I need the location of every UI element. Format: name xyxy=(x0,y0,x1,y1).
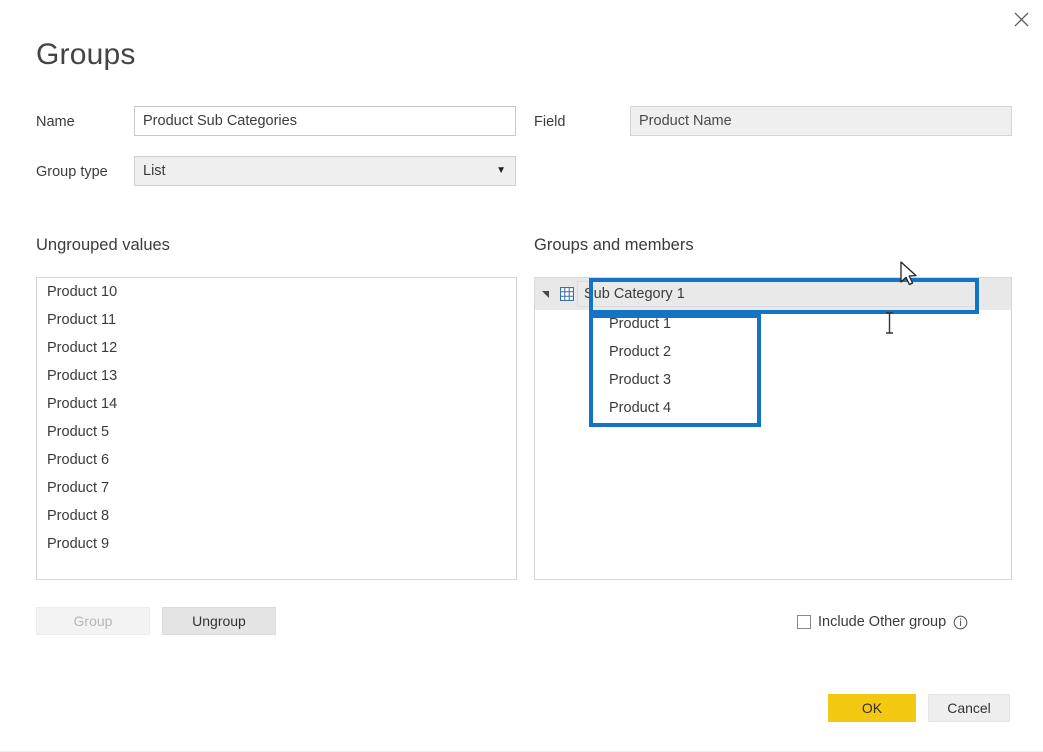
list-item[interactable]: Product 5 xyxy=(37,418,516,446)
list-item[interactable]: Product 13 xyxy=(37,362,516,390)
group-type-select[interactable]: List ▼ xyxy=(134,156,516,186)
include-other-group-checkbox[interactable] xyxy=(797,615,811,629)
list-item[interactable]: Product 11 xyxy=(37,306,516,334)
include-other-group-row[interactable]: Include Other group xyxy=(797,614,968,630)
groups-heading: Groups and members xyxy=(534,236,694,254)
ungrouped-heading: Ungrouped values xyxy=(36,236,170,254)
info-circle-icon[interactable] xyxy=(953,615,968,630)
table-grid-icon xyxy=(557,278,577,310)
ungrouped-values-list[interactable]: Product 10 Product 11 Product 12 Product 13… xyxy=(36,277,517,580)
group-button[interactable]: Group xyxy=(36,607,150,635)
field-value: Product Name xyxy=(630,106,1012,136)
ok-button[interactable]: OK xyxy=(828,694,916,722)
include-other-group-label: Include Other group xyxy=(818,614,947,630)
list-item[interactable]: Product 12 xyxy=(37,334,516,362)
list-item[interactable]: Product 7 xyxy=(37,474,516,502)
ungroup-button[interactable]: Ungroup xyxy=(162,607,276,635)
list-item[interactable]: Product 6 xyxy=(37,446,516,474)
page-title: Groups xyxy=(36,38,136,71)
field-label: Field xyxy=(534,114,566,130)
name-input[interactable] xyxy=(134,106,516,136)
arrow-pointer-cursor xyxy=(899,261,919,293)
chevron-down-icon: ▼ xyxy=(496,165,506,176)
list-item[interactable]: Product 14 xyxy=(37,390,516,418)
cancel-button[interactable]: Cancel xyxy=(928,694,1010,722)
group-member-item[interactable]: Product 4 xyxy=(535,394,1011,422)
list-item[interactable]: Product 10 xyxy=(37,278,516,306)
group-member-item[interactable]: Product 2 xyxy=(535,338,1011,366)
group-member-item[interactable]: Product 3 xyxy=(535,366,1011,394)
groups-dialog: Groups Name Field Product Name Group typ… xyxy=(0,0,1043,752)
list-item[interactable]: Product 8 xyxy=(37,502,516,530)
expander-collapse-icon[interactable] xyxy=(535,278,557,310)
group-type-label: Group type xyxy=(36,164,108,180)
groups-and-members-tree[interactable]: Product 1Product 2Product 3Product 4 xyxy=(534,277,1012,580)
group-member-item[interactable]: Product 1 xyxy=(535,310,1011,338)
name-label: Name xyxy=(36,114,75,130)
tree-row-group[interactable] xyxy=(535,278,1011,310)
close-icon[interactable] xyxy=(1005,4,1037,34)
list-item[interactable]: Product 9 xyxy=(37,530,516,558)
group-type-value: List xyxy=(143,163,166,179)
i-beam-cursor xyxy=(884,312,895,339)
